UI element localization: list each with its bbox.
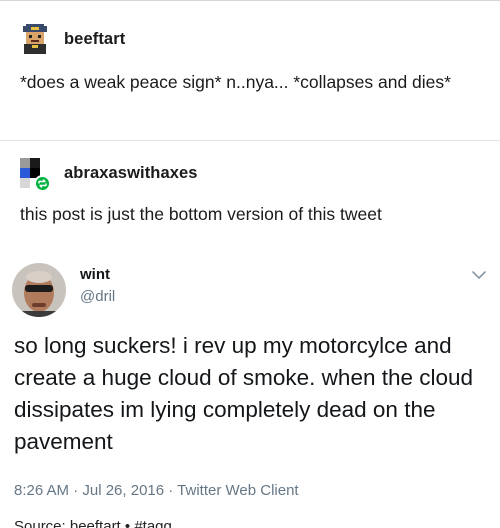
tweet-timestamp[interactable]: 8:26 AM · Jul 26, 2016 · Twitter Web Cli…	[14, 482, 299, 499]
post-body: this post is just the bottom version of …	[20, 204, 382, 224]
beeftart-avatar-icon	[23, 24, 47, 54]
post-username[interactable]: abraxaswithaxes	[64, 164, 198, 183]
post-header: beeftart	[20, 24, 125, 54]
chevron-down-icon[interactable]	[470, 268, 488, 282]
post-divider	[0, 140, 500, 141]
tweet-text: so long suckers! i rev up my motorcylce …	[14, 333, 474, 454]
avatar[interactable]	[12, 263, 66, 317]
post-username[interactable]: beeftart	[64, 30, 125, 49]
tweet-handle[interactable]: @dril	[80, 288, 115, 305]
tweet-display-name[interactable]: wint	[80, 266, 110, 283]
avatar[interactable]	[20, 24, 50, 54]
embedded-tweet: wint @dril so long suckers! i rev up my …	[0, 250, 500, 528]
dril-avatar-icon	[12, 263, 66, 317]
post-source-line[interactable]: Source: beeftart • #tagg	[14, 518, 172, 528]
reblog-icon	[34, 175, 51, 192]
avatar[interactable]	[20, 158, 51, 192]
post-body: *does a weak peace sign* n..nya... *coll…	[20, 72, 451, 92]
top-divider	[0, 0, 500, 1]
post-header: abraxaswithaxes	[20, 158, 198, 192]
